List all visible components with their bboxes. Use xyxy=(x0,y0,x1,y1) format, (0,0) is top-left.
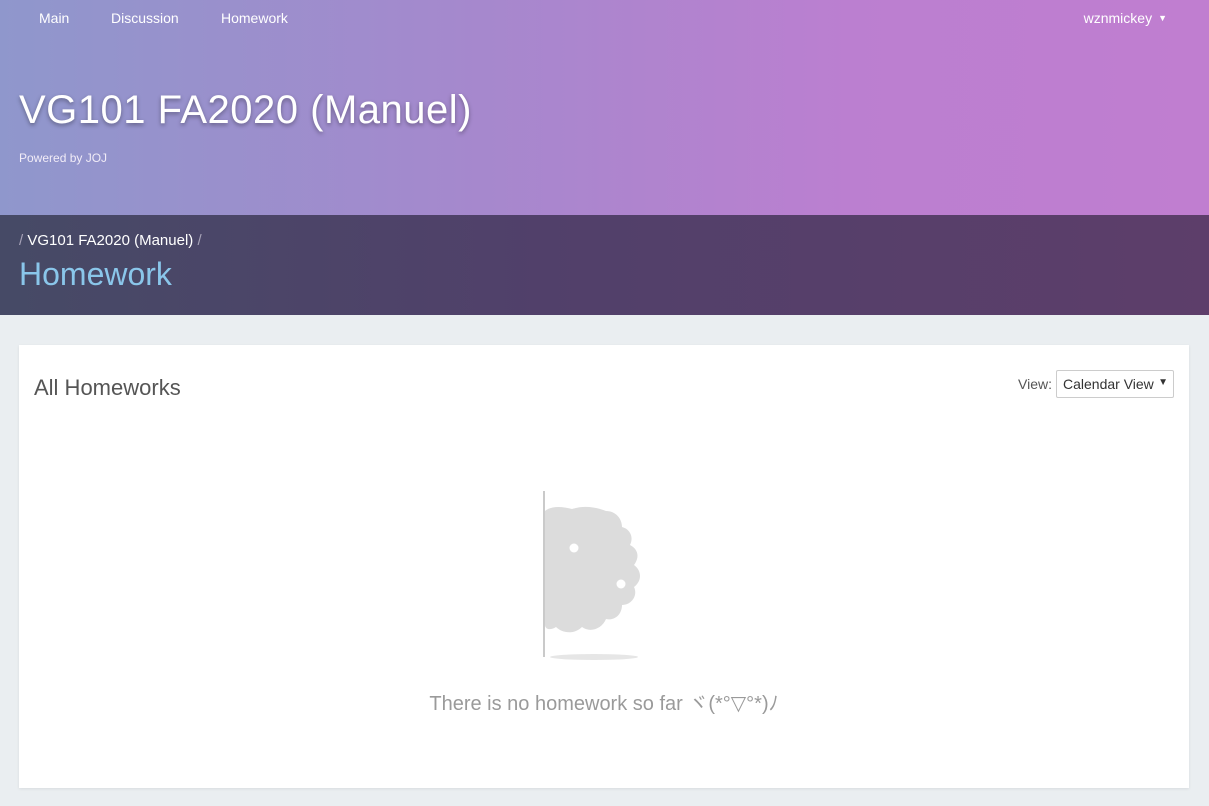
page-header: / VG101 FA2020 (Manuel) / Homework xyxy=(0,215,1209,315)
nav-discussion[interactable]: Discussion xyxy=(111,10,179,26)
user-menu[interactable]: wznmickey ▼ xyxy=(1084,10,1167,26)
empty-state-message: There is no homework so far ヾ(*°▽°*)ﾉ xyxy=(429,693,779,715)
homework-card: All Homeworks View: Calendar View ▼ Ther… xyxy=(19,345,1189,788)
breadcrumb-item-course[interactable]: VG101 FA2020 (Manuel) xyxy=(27,232,193,249)
top-nav: Main Discussion Homework wznmickey ▼ xyxy=(0,0,1209,36)
site-subtitle: Powered by JOJ xyxy=(19,151,108,165)
view-select[interactable]: Calendar View ▼ xyxy=(1056,370,1174,398)
chevron-down-icon: ▼ xyxy=(1158,377,1168,388)
breadcrumb-separator: / xyxy=(193,232,202,249)
page-title: Homework xyxy=(19,256,172,292)
view-select-value: Calendar View xyxy=(1063,376,1154,392)
breadcrumb: / VG101 FA2020 (Manuel) / xyxy=(19,232,202,249)
card-title: All Homeworks xyxy=(34,375,181,400)
site-title: VG101 FA2020 (Manuel) xyxy=(19,88,472,132)
nav-main[interactable]: Main xyxy=(39,10,69,26)
empty-state-illustration xyxy=(543,491,640,660)
nav-homework[interactable]: Homework xyxy=(221,10,288,26)
user-name: wznmickey xyxy=(1083,10,1153,26)
hero-banner: Main Discussion Homework wznmickey ▼ VG10… xyxy=(0,0,1209,215)
chevron-down-icon: ▼ xyxy=(1158,13,1167,23)
view-label: View: xyxy=(1018,376,1052,392)
